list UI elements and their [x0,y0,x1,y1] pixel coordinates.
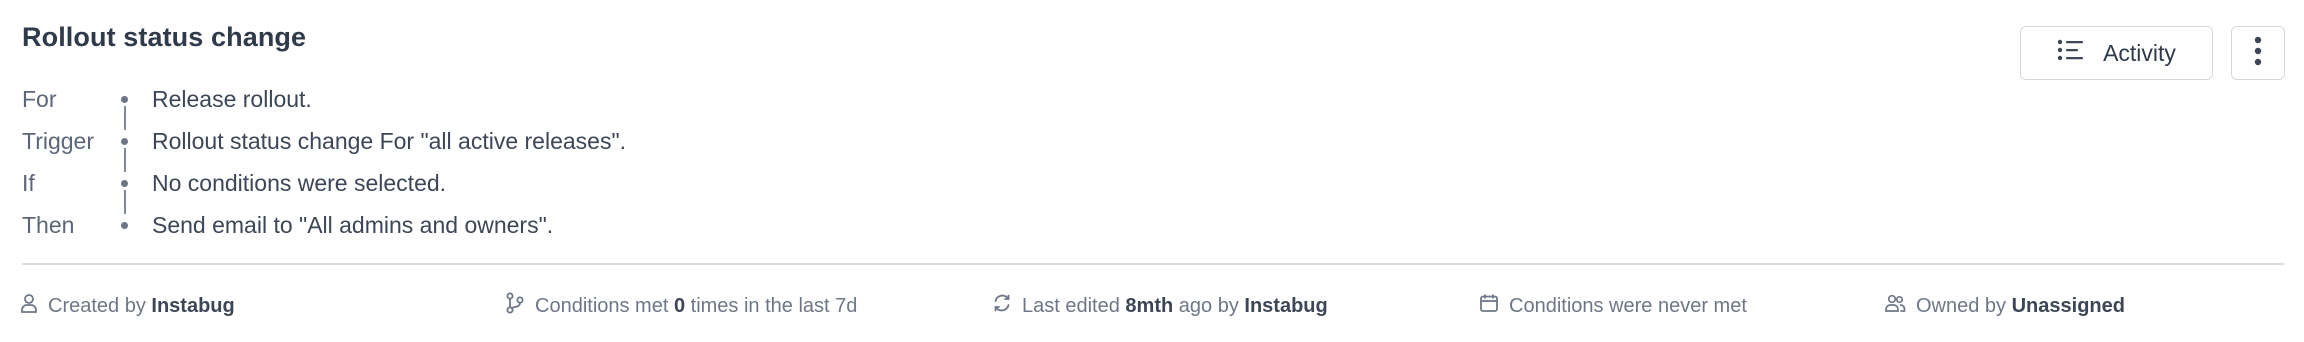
divider [22,263,2284,265]
rule-row-for: For Release rollout. [22,78,312,130]
timeline-dot [121,96,128,103]
user-icon [20,293,38,319]
meta-never-met: Conditions were never met [1479,291,1747,321]
users-icon [1884,294,1906,318]
rule-row-if: If No conditions were selected. [22,162,446,214]
activity-button[interactable]: Activity [2020,26,2213,80]
timeline-dot [121,138,128,145]
meta-never-met-text: Conditions were never met [1509,294,1747,317]
list-icon [2057,39,2085,67]
more-options-button[interactable] [2231,26,2285,80]
rule-key: If [22,169,35,196]
timeline-connector [124,190,126,214]
meta-conditions-met: Conditions met 0 times in the last 7d [505,291,857,321]
rule-summary: For Release rollout. Trigger Rollout sta… [22,78,626,246]
rule-row-then: Then Send email to "All admins and owner… [22,204,553,246]
rule-row-trigger: Trigger Rollout status change For "all a… [22,120,626,172]
rule-value: No conditions were selected. [152,169,447,196]
created-by-user: Instabug [151,294,235,317]
rule-title: Rollout status change [22,22,307,52]
rule-value: Send email to "All admins and owners". [152,211,554,238]
meta-last-edited: Last edited 8mth ago by Instabug [992,291,1328,321]
meta-created-text: Created by Instabug [48,294,235,317]
owner-name: Unassigned [2011,294,2125,317]
meta-owned-by: Owned by Unassigned [1884,291,2125,321]
timeline-dot [121,222,128,229]
rule-key: For [22,85,57,112]
meta-edited-text: Last edited 8mth ago by Instabug [1022,294,1328,317]
kebab-menu-icon [2254,36,2262,71]
rule-value: Rollout status change For "all active re… [152,127,627,154]
edited-time: 8mth [1125,294,1174,317]
meta-owned-text: Owned by Unassigned [1916,294,2125,317]
conditions-count: 0 [673,294,686,317]
timeline-connector [124,148,126,172]
calendar-icon [1479,293,1499,319]
timeline-dot [121,180,128,187]
rule-value: Release rollout. [152,85,312,112]
rule-key: Trigger [22,127,94,154]
meta-created-by: Created by Instabug [20,291,235,321]
edited-by-user: Instabug [1244,294,1328,317]
branch-icon [505,292,525,320]
meta-conditions-text: Conditions met 0 times in the last 7d [535,294,858,317]
activity-label: Activity [2103,39,2176,66]
rule-card: Rollout status change For Release rollou… [0,0,2304,342]
rule-key: Then [22,211,75,238]
timeline-connector [124,106,126,130]
refresh-icon [992,293,1012,319]
